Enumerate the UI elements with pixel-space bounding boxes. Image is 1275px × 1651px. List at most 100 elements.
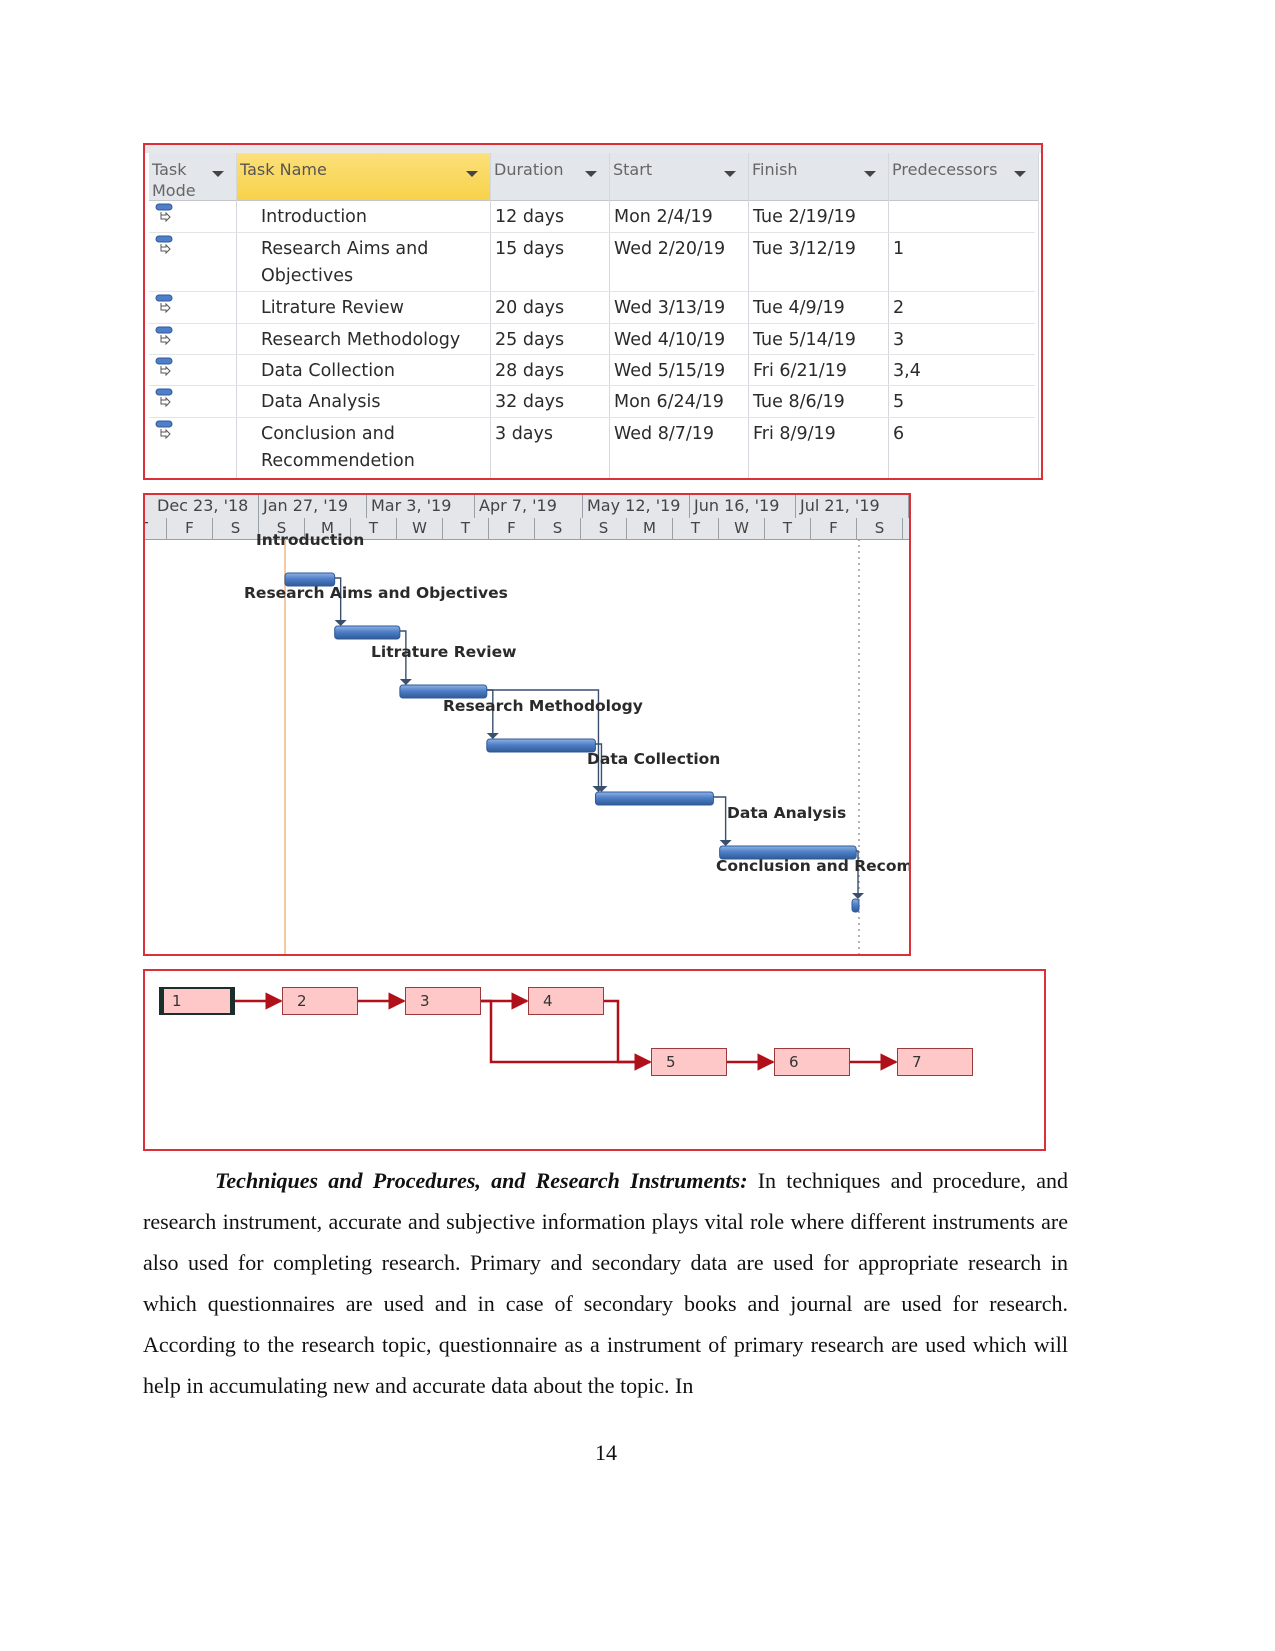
gantt-task-bar[interactable]: [851, 898, 860, 913]
finish-date-cell: Tue 4/9/19: [753, 298, 845, 318]
gantt-bar-label: Data Analysis: [727, 804, 847, 822]
header-finish-label: Finish: [752, 160, 798, 179]
task-name-cell[interactable]: Introduction: [261, 204, 367, 231]
task-name-cell[interactable]: Data Analysis: [261, 389, 380, 416]
start-date-cell: Wed 8/7/19: [614, 424, 715, 444]
table-row[interactable]: Research Methodology 25 days Wed 4/10/19 Tu…: [149, 324, 1035, 355]
network-node[interactable]: 6: [774, 1048, 850, 1076]
gantt-bar-label: Research Methodology: [443, 697, 643, 715]
task-name-line1: Conclusion and: [261, 424, 395, 444]
dependency-arrow: [486, 733, 499, 739]
timescale-minor-label: T: [673, 518, 719, 539]
task-name-line2: Recommendetion: [261, 451, 415, 471]
header-task-mode[interactable]: Task Mode: [149, 153, 236, 201]
network-diagram: 1 2 3 4 5 6 7: [143, 969, 1046, 1151]
gantt-task-bar[interactable]: [486, 738, 596, 753]
table-row[interactable]: Data Analysis 32 days Mon 6/24/19 Tue 8/6/1…: [149, 386, 1035, 418]
auto-scheduled-task-icon: [155, 326, 173, 346]
task-name-cell[interactable]: Litrature Review: [261, 295, 404, 322]
task-name-line1: Data Analysis: [261, 392, 381, 412]
filter-dropdown-icon[interactable]: [212, 171, 224, 177]
table-row[interactable]: Conclusion and Recommendetion 3 days Wed 8/…: [149, 418, 1035, 478]
network-node[interactable]: 5: [651, 1048, 727, 1076]
duration-cell: 15 days: [495, 239, 565, 259]
duration-cell: 12 days: [495, 207, 565, 227]
gantt-bar-label: Research Aims and Objectives: [244, 584, 508, 602]
header-finish[interactable]: Finish: [749, 153, 888, 201]
network-node[interactable]: 4: [528, 987, 604, 1015]
filter-dropdown-icon[interactable]: [724, 171, 736, 177]
table-row[interactable]: Data Collection 28 days Wed 5/15/19 Fri 6/2…: [149, 355, 1035, 386]
duration-cell: 3 days: [495, 424, 554, 444]
gantt-chart: Dec 23, '18 Jan 27, '19 Mar 3, '19 Apr 7, '…: [143, 493, 911, 956]
duration-cell: 20 days: [495, 298, 565, 318]
timescale-major-label: Mar 3, '19: [367, 495, 475, 518]
timescale-minor-label: T: [765, 518, 811, 539]
timescale-major-label: Jul 21, '19: [796, 495, 909, 518]
auto-scheduled-task-icon: [155, 235, 173, 255]
predecessors-cell: 5: [893, 392, 905, 412]
predecessors-cell: 6: [893, 424, 905, 444]
dependency-arrow: [852, 893, 864, 899]
start-date-cell: Wed 3/13/19: [614, 298, 726, 318]
timescale-minor-label: W: [719, 518, 765, 539]
task-name-line1: Research Aims and: [261, 239, 429, 259]
duration-cell: 25 days: [495, 330, 565, 350]
filter-dropdown-icon[interactable]: [1014, 171, 1026, 177]
table-row[interactable]: Litrature Review 20 days Wed 3/13/19 Tue 4/…: [149, 292, 1035, 324]
auto-scheduled-task-icon: [155, 203, 173, 223]
header-predecessors[interactable]: Predecessors: [889, 153, 1038, 201]
predecessors-cell: 3,4: [893, 361, 921, 381]
header-duration-label: Duration: [494, 160, 564, 179]
start-date-cell: Wed 5/15/19: [614, 361, 726, 381]
filter-dropdown-icon[interactable]: [466, 171, 478, 177]
network-node[interactable]: 3: [405, 987, 481, 1015]
task-name-line1: Data Collection: [261, 361, 395, 381]
timescale-minor-label: S: [535, 518, 581, 539]
network-node[interactable]: 7: [897, 1048, 973, 1076]
gantt-task-bar[interactable]: [594, 791, 714, 806]
table-top-strip: [145, 145, 1041, 153]
header-task-mode-line1: Task: [152, 160, 187, 179]
timescale-minor-label: S: [213, 518, 259, 539]
finish-date-cell: Fri 6/21/19: [753, 361, 847, 381]
timescale-minor-label: S: [857, 518, 903, 539]
table-row[interactable]: Research Aims and Objectives 15 days Wed 2/…: [149, 233, 1035, 292]
auto-scheduled-task-icon: [155, 420, 173, 440]
predecessors-cell: 2: [893, 298, 905, 318]
finish-date-cell: Tue 2/19/19: [753, 207, 856, 227]
filter-dropdown-icon[interactable]: [585, 171, 597, 177]
header-task-name[interactable]: Task Name: [237, 153, 490, 201]
task-name-cell[interactable]: Research Aims and Objectives: [261, 236, 428, 290]
start-date-cell: Mon 6/24/19: [614, 392, 724, 412]
timescale-major-label: Apr 7, '19: [475, 495, 583, 518]
timescale-major-label: May 12, '19: [583, 495, 690, 518]
timescale-minor-label: W: [397, 518, 443, 539]
timescale-major-label: Jan 27, '19: [259, 495, 367, 518]
header-start-label: Start: [613, 160, 653, 179]
predecessors-cell: 1: [893, 239, 905, 259]
table-row[interactable]: Introduction 12 days Mon 2/4/19 Tue 2/19/19: [149, 201, 1035, 233]
task-sheet-table: Task Mode Task Name Duration Start Finis…: [143, 143, 1043, 480]
task-name-cell[interactable]: Conclusion and Recommendetion: [261, 421, 415, 475]
gantt-bar-label: Litrature Review: [371, 643, 517, 661]
body-paragraph: Techniques and Procedures, and Research …: [143, 1160, 1068, 1406]
timescale-major-label: Jun 16, '19: [690, 495, 796, 518]
timescale-minor-label: S: [581, 518, 627, 539]
header-start[interactable]: Start: [610, 153, 748, 201]
filter-dropdown-icon[interactable]: [864, 171, 876, 177]
gantt-task-bar[interactable]: [334, 625, 401, 640]
timescale-minor-label: T: [443, 518, 489, 539]
network-node[interactable]: 1: [159, 987, 235, 1015]
timescale-major-label: Dec 23, '18: [153, 495, 259, 518]
section-heading: Techniques and Procedures, and Research …: [215, 1168, 748, 1193]
gantt-bar-label: Data Collection: [587, 750, 721, 768]
header-duration[interactable]: Duration: [491, 153, 609, 201]
network-node[interactable]: 2: [282, 987, 358, 1015]
task-name-cell[interactable]: Data Collection: [261, 358, 395, 385]
predecessors-cell: 3: [893, 330, 905, 350]
task-name-cell[interactable]: Research Methodology: [261, 327, 460, 354]
timescale-minor-label: M: [627, 518, 673, 539]
finish-date-cell: Tue 3/12/19: [753, 239, 856, 259]
task-name-line1: Introduction: [261, 207, 367, 227]
